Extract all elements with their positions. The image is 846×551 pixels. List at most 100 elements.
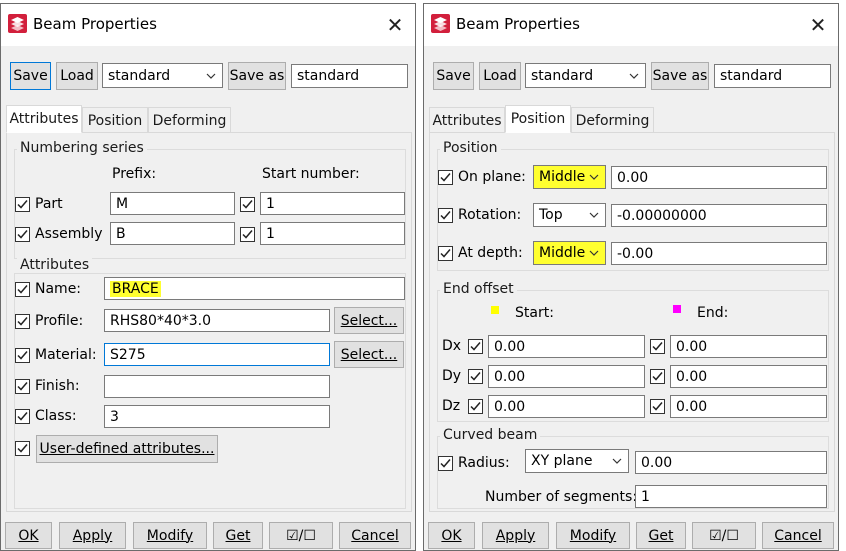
tab-attributes[interactable]: Attributes (429, 107, 505, 133)
class-checkbox[interactable] (15, 409, 30, 424)
modify-button[interactable]: Modify (556, 522, 630, 549)
radius-plane-select[interactable]: XY plane (525, 449, 629, 473)
uda-checkbox[interactable] (15, 441, 30, 456)
part-prefix-input[interactable]: M (110, 192, 235, 215)
radius-input[interactable]: 0.00 (635, 451, 827, 474)
rotation-select[interactable]: Top (533, 203, 606, 227)
ok-button[interactable]: OK (5, 522, 52, 549)
radius-label: Radius: (458, 455, 510, 471)
get-button[interactable]: Get (213, 522, 263, 549)
save-as-button[interactable]: Save as (228, 62, 286, 90)
ok-label: OK (18, 527, 39, 544)
dy-start-input[interactable]: 0.00 (488, 365, 645, 388)
part-start-checkbox[interactable] (240, 197, 255, 212)
dz-end-input[interactable]: 0.00 (670, 395, 827, 418)
at-depth-select[interactable]: Middle (533, 241, 606, 265)
assembly-start-checkbox[interactable] (240, 227, 255, 242)
dx-start-input[interactable]: 0.00 (488, 335, 645, 358)
finish-checkbox[interactable] (15, 379, 30, 394)
radius-checkbox[interactable] (438, 456, 453, 471)
dz-start-checkbox[interactable] (468, 399, 483, 414)
title-bar: Beam Properties ✕ (1, 4, 415, 46)
preset-select[interactable]: standard (102, 63, 223, 88)
save-button[interactable]: Save (433, 62, 474, 90)
rotation-offset-input[interactable]: -0.00000000 (611, 204, 827, 227)
profile-checkbox[interactable] (15, 314, 30, 329)
toggle-all-checkboxes-button[interactable]: ☑/☐ (692, 522, 756, 549)
on-plane-checkbox[interactable] (438, 170, 453, 185)
material-select-button[interactable]: Select... (334, 341, 404, 368)
load-button[interactable]: Load (56, 62, 98, 90)
on-plane-offset-input[interactable]: 0.00 (611, 166, 827, 189)
modify-button[interactable]: Modify (133, 522, 207, 549)
save-button[interactable]: Save (10, 62, 51, 90)
radius-plane-select-value: XY plane (531, 453, 593, 469)
on-plane-select[interactable]: Middle (533, 165, 606, 189)
ok-label: OK (441, 527, 462, 544)
dz-label: Dz (442, 398, 461, 414)
title-bar: Beam Properties ✕ (424, 4, 838, 46)
tab-position[interactable]: Position (82, 107, 148, 133)
dy-label: Dy (442, 368, 462, 384)
close-icon[interactable]: ✕ (804, 12, 832, 38)
dy-end-checkbox[interactable] (650, 369, 665, 384)
save-as-name-input[interactable]: standard (291, 64, 408, 88)
save-as-button[interactable]: Save as (651, 62, 709, 90)
assembly-prefix-input[interactable]: B (110, 222, 235, 245)
apply-button[interactable]: Apply (482, 522, 549, 549)
preset-select-value: standard (108, 67, 171, 84)
material-select-label: Select... (340, 346, 398, 363)
tekla-app-icon (8, 14, 27, 33)
save-as-name-input[interactable]: standard (714, 64, 831, 88)
segments-input[interactable]: 1 (635, 485, 827, 508)
close-icon[interactable]: ✕ (381, 12, 409, 38)
assembly-checkbox[interactable] (15, 227, 30, 242)
tab-position[interactable]: Position (505, 105, 571, 133)
user-defined-attributes-button[interactable]: User-defined attributes... (36, 435, 218, 463)
dy-end-input[interactable]: 0.00 (670, 365, 827, 388)
finish-label: Finish: (35, 378, 80, 394)
name-input[interactable]: BRACE (104, 277, 405, 300)
at-depth-select-value: Middle (539, 245, 586, 261)
get-label: Get (648, 527, 674, 544)
cancel-button[interactable]: Cancel (339, 522, 411, 549)
tab-deforming[interactable]: Deforming (571, 107, 654, 133)
preset-select[interactable]: standard (525, 63, 646, 88)
get-button[interactable]: Get (636, 522, 686, 549)
material-input[interactable]: S275 (104, 343, 330, 366)
finish-input[interactable] (104, 375, 330, 398)
assembly-start-number-input[interactable]: 1 (260, 222, 405, 245)
dx-end-input[interactable]: 0.00 (670, 335, 827, 358)
name-checkbox[interactable] (15, 282, 30, 297)
assembly-label: Assembly (35, 226, 103, 242)
dy-start-checkbox[interactable] (468, 369, 483, 384)
at-depth-label: At depth: (458, 245, 523, 261)
cancel-button[interactable]: Cancel (762, 522, 834, 549)
rotation-checkbox[interactable] (438, 208, 453, 223)
tab-attributes[interactable]: Attributes (6, 105, 82, 133)
at-depth-offset-input[interactable]: -0.00 (611, 242, 827, 265)
cancel-label: Cancel (774, 527, 822, 544)
material-checkbox[interactable] (15, 348, 30, 363)
profile-input[interactable]: RHS80*40*3.0 (104, 309, 330, 332)
dz-end-checkbox[interactable] (650, 399, 665, 414)
load-button[interactable]: Load (479, 62, 521, 90)
part-label: Part (35, 196, 63, 212)
rotation-select-value: Top (539, 207, 563, 223)
toggle-all-checkboxes-button[interactable]: ☑/☐ (269, 522, 333, 549)
class-input[interactable]: 3 (104, 405, 330, 428)
dx-start-checkbox[interactable] (468, 339, 483, 354)
profile-select-button[interactable]: Select... (334, 307, 404, 334)
prefix-header: Prefix: (112, 166, 157, 182)
beam-properties-dialog-left: Beam Properties ✕ Save Load standard Sav… (0, 3, 416, 551)
dz-start-input[interactable]: 0.00 (488, 395, 645, 418)
part-checkbox[interactable] (15, 197, 30, 212)
chevron-down-icon (589, 174, 599, 180)
apply-button[interactable]: Apply (59, 522, 126, 549)
at-depth-checkbox[interactable] (438, 246, 453, 261)
dx-end-checkbox[interactable] (650, 339, 665, 354)
tab-deforming[interactable]: Deforming (148, 107, 231, 133)
part-start-number-input[interactable]: 1 (260, 192, 405, 215)
numbering-series-title: Numbering series (17, 140, 147, 156)
ok-button[interactable]: OK (428, 522, 475, 549)
